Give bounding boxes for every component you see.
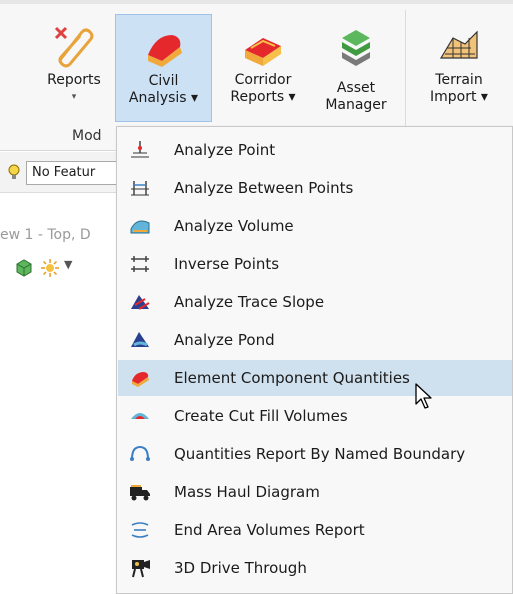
component-quantities-icon [132,372,149,387]
menu-item-label: Analyze Point [174,141,276,159]
menu-item-mass-haul-diagram[interactable]: Mass Haul Diagram [118,474,512,510]
left-panel [0,151,120,594]
menu-item-end-area-volumes-report[interactable]: End Area Volumes Report [118,512,512,548]
asset-manager-label: Asset Manager [325,80,387,113]
terrain-import-button[interactable]: Terrain Import ▾ [415,14,503,122]
view-title: ew 1 - Top, D [0,227,91,243]
lightbulb-icon[interactable] [8,164,20,180]
civil-analysis-button[interactable]: Civil Analysis ▾ [115,14,212,122]
asset-manager-icon [342,30,370,66]
view-toolbar: ▼ [14,256,124,282]
menu-item-analyze-pond[interactable]: Analyze Pond [118,322,512,358]
menu-item-label: 3D Drive Through [174,559,307,577]
mass-haul-truck-icon [130,485,150,501]
reports-label: Reports ▾ [47,72,101,102]
menu-item-create-cut-fill-volumes[interactable]: Create Cut Fill Volumes [118,398,512,434]
ribbon-group-label: Mod [72,128,102,144]
menu-item-analyze-between-points[interactable]: Analyze Between Points [118,170,512,206]
trace-slope-icon [131,295,150,310]
menu-item-label: Quantities Report By Named Boundary [174,445,466,463]
mouse-cursor-icon [415,383,432,409]
menu-item-quantities-report-by-named-boundary[interactable]: Quantities Report By Named Boundary [118,436,512,472]
menu-item-label: End Area Volumes Report [174,521,365,539]
ribbon-separator [405,10,406,145]
reports-button[interactable]: Reports ▾ [34,14,114,122]
ribbon-top-border [0,0,513,4]
corridor-reports-label: Corridor Reports ▾ [230,72,296,105]
paperclip-reports-icon [54,26,94,68]
pond-icon [131,332,149,347]
terrain-import-icon [439,30,478,59]
sun-icon[interactable] [40,258,60,278]
corridor-reports-icon [245,38,281,66]
feature-toolbar: No Featur [0,152,136,193]
civil-analysis-label: Civil Analysis ▾ [128,73,199,106]
analyze-volume-icon [130,220,150,234]
menu-item-analyze-trace-slope[interactable]: Analyze Trace Slope [118,284,512,320]
menu-item-label: Analyze Trace Slope [174,293,325,311]
menu-item-inverse-points[interactable]: Inverse Points [118,246,512,282]
named-boundary-icon [130,445,150,461]
analyze-between-points-icon [131,181,149,196]
end-area-icon [131,522,149,538]
menu-item-3d-drive-through[interactable]: 3D Drive Through [118,550,512,586]
menu-item-analyze-point[interactable]: Analyze Point [118,132,512,168]
menu-item-label: Analyze Pond [174,331,275,349]
menu-item-label: Analyze Between Points [174,179,354,197]
chevron-down-icon[interactable]: ▼ [64,258,72,271]
civil-analysis-icon [148,35,182,67]
menu-item-label: Mass Haul Diagram [174,483,320,501]
view-cube-icon[interactable] [14,258,34,278]
menu-item-label: Analyze Volume [174,217,294,235]
inverse-points-icon [131,256,149,272]
menu-item-label: Inverse Points [174,255,280,273]
menu-item-analyze-volume[interactable]: Analyze Volume [118,208,512,244]
menu-item-label: Element Component Quantities [174,369,410,387]
civil-analysis-menu: Analyze Point Analyze Between Points Ana… [116,126,513,594]
menu-item-element-component-quantities[interactable]: Element Component Quantities [118,360,512,396]
asset-manager-button[interactable]: Asset Manager [315,14,397,122]
cut-fill-icon [131,413,149,419]
analyze-point-icon [131,141,149,158]
terrain-import-label: Terrain Import ▾ [430,72,488,105]
menu-item-label: Create Cut Fill Volumes [174,407,348,425]
corridor-reports-button[interactable]: Corridor Reports ▾ [218,14,308,122]
drive-through-icon [132,560,150,578]
